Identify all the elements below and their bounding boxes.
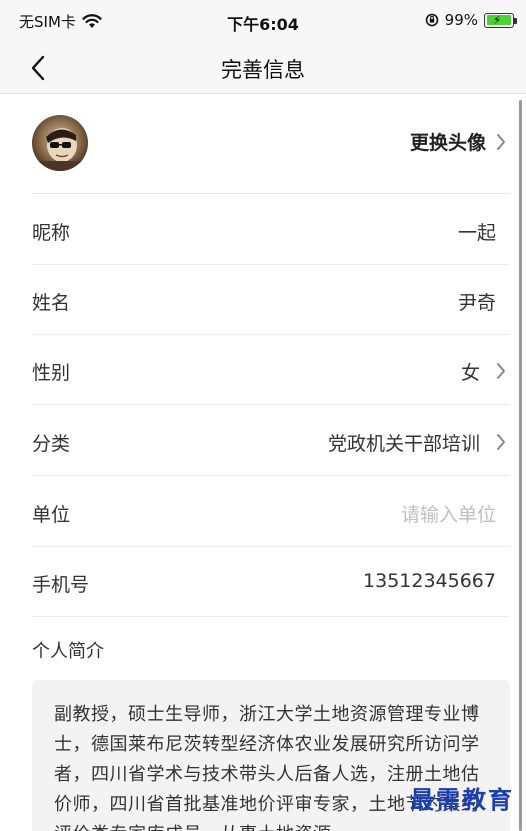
chevron-right-icon [496,433,506,455]
status-bar: 无SIM卡 下午6:04 99% ⚡ [0,0,526,42]
scrollbar[interactable] [519,100,522,831]
name-label: 姓名 [32,292,71,314]
watermark-logo: 最需教育 [410,785,514,814]
avatar-image [32,115,88,171]
orientation-lock-icon [425,13,438,27]
chevron-right-icon [496,362,506,384]
battery-percent: 99% [444,11,478,29]
nickname-label: 昵称 [32,222,71,244]
name-row[interactable]: 姓名 尹奇 [32,265,510,335]
gender-row[interactable]: 性别 女 [32,335,510,405]
avatar-row[interactable]: 更换头像 [32,112,510,194]
nav-bar: 完善信息 [0,42,526,94]
organization-input[interactable]: 请输入单位 [401,500,496,527]
nickname-value[interactable]: 一起 [458,218,496,245]
battery-icon: ⚡ [484,12,517,28]
category-row[interactable]: 分类 党政机关干部培训 [32,406,510,476]
category-value: 党政机关干部培训 [327,433,480,455]
phone-row[interactable]: 手机号 13512345667 [32,547,510,617]
chevron-right-icon [497,133,505,150]
organization-row[interactable]: 单位 请输入单位 [32,477,510,547]
phone-label: 手机号 [32,574,90,596]
status-right: 99% ⚡ [425,11,517,29]
change-avatar-label: 更换头像 [409,132,486,154]
avatar[interactable] [32,115,88,171]
gender-value: 女 [460,362,480,384]
nickname-row[interactable]: 昵称 一起 [32,195,510,265]
profile-form: 更换头像 昵称 一起 姓名 尹奇 性别 女 分类 党政机关干部培训 单位 请输入… [0,95,526,831]
organization-label: 单位 [32,504,71,526]
intro-label: 个人简介 [32,641,104,662]
page-title: 完善信息 [221,58,305,82]
category-label: 分类 [32,433,71,455]
phone-value[interactable]: 13512345667 [363,570,496,592]
name-value[interactable]: 尹奇 [458,288,496,315]
gender-label: 性别 [32,362,71,384]
change-avatar-button[interactable]: 更换头像 [410,128,506,155]
